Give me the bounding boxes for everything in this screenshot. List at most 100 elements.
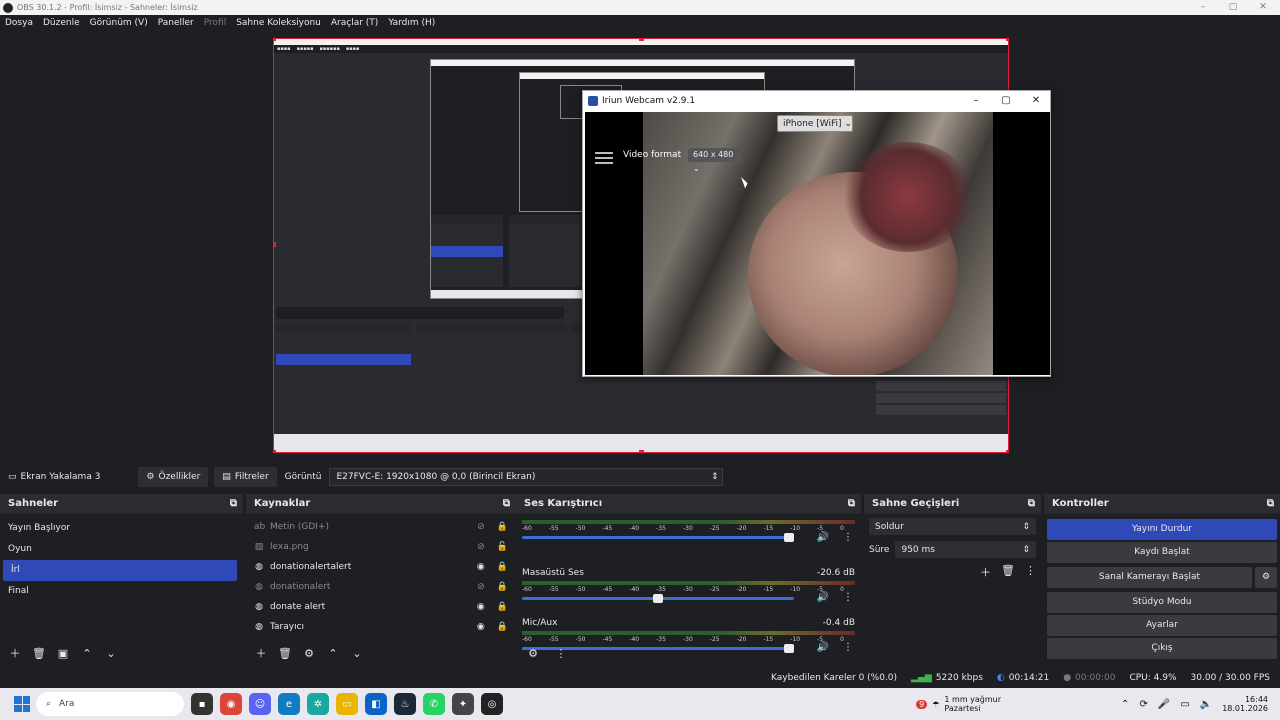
start-virtual-camera-button[interactable]: Sanal Kamerayı Başlat	[1047, 567, 1252, 588]
source-item[interactable]: ab Metin (GDI+) ⊘ 🔒	[246, 517, 516, 537]
maximize-icon[interactable]: ▢	[1218, 0, 1248, 15]
eye-hidden-icon[interactable]: ⊘	[477, 542, 485, 552]
eye-hidden-icon[interactable]: ⊘	[477, 522, 485, 532]
undock-icon[interactable]: ⧉	[230, 498, 237, 509]
eye-icon[interactable]: ◉	[477, 622, 485, 632]
start-recording-button[interactable]: Kaydı Başlat	[1047, 542, 1277, 563]
menu-docks[interactable]: Paneller	[153, 18, 199, 28]
more-icon[interactable]: ⋮	[552, 647, 570, 660]
menu-profile[interactable]: Profil	[199, 18, 231, 28]
windows-start-icon[interactable]	[14, 696, 30, 712]
close-icon[interactable]: ✕	[1248, 0, 1278, 15]
steam-icon[interactable]: ♨	[394, 693, 416, 715]
resize-handle[interactable]	[274, 450, 276, 452]
app-icon[interactable]: ✦	[452, 693, 474, 715]
settings-button[interactable]: Ayarlar	[1047, 615, 1277, 636]
settings-app-icon[interactable]: ✲	[307, 693, 329, 715]
hamburger-menu-icon[interactable]	[595, 152, 613, 164]
chrome-icon[interactable]: ◉	[220, 693, 242, 715]
obs-taskbar-icon[interactable]: ◎	[481, 693, 503, 715]
arrow-up-icon[interactable]: ⌃	[324, 647, 342, 660]
eye-icon[interactable]: ◉	[477, 602, 485, 612]
iriun-webcam-window[interactable]: Iriun Webcam v2.9.1 – ▢ ✕ Video format 6…	[582, 90, 1051, 377]
source-item[interactable]: ◍ donationalertalert ◉ 🔒	[246, 557, 516, 577]
webcam-maximize-icon[interactable]: ▢	[991, 91, 1021, 110]
trash-icon[interactable]: 🗑	[30, 647, 48, 660]
scene-item[interactable]: Oyun	[0, 539, 243, 560]
menu-edit[interactable]: Düzenle	[38, 18, 85, 28]
source-item[interactable]: ◍ donate alert ◉ 🔒	[246, 597, 516, 617]
gear-icon[interactable]: ⚙	[300, 647, 318, 660]
speaker-icon[interactable]: 🔊	[817, 532, 829, 543]
source-item[interactable]: ◍ donationalert ⊘ 🔒	[246, 577, 516, 597]
studio-mode-button[interactable]: Stüdyo Modu	[1047, 592, 1277, 613]
eye-hidden-icon[interactable]: ⊘	[477, 582, 485, 592]
volume-slider[interactable]	[522, 533, 794, 542]
resize-handle[interactable]	[274, 39, 276, 41]
taskbar-search[interactable]: ⌕ Ara	[36, 692, 184, 716]
weather-widget[interactable]: 9 ☂ 1 mm yağmur Pazartesi	[916, 695, 1001, 713]
menu-view[interactable]: Görünüm (V)	[85, 18, 153, 28]
edge-icon[interactable]: e	[278, 693, 300, 715]
add-icon[interactable]: ＋	[980, 564, 991, 580]
undock-icon[interactable]: ⧉	[503, 498, 510, 509]
mixer-settings-icon[interactable]: ⚙	[524, 647, 542, 660]
properties-button[interactable]: ⚙ Özellikler	[138, 467, 209, 487]
store-icon[interactable]: ◧	[365, 693, 387, 715]
arrow-up-icon[interactable]: ⌃	[78, 647, 96, 660]
duration-spinbox[interactable]: 950 ms ⇕	[895, 541, 1036, 558]
volume-icon[interactable]: 🔈	[1200, 699, 1212, 710]
menu-scene-collection[interactable]: Sahne Koleksiyonu	[231, 18, 326, 28]
chevron-up-icon[interactable]: ⌃	[1121, 699, 1129, 710]
lock-icon[interactable]: 🔒	[497, 582, 508, 592]
microphone-icon[interactable]: 🎤	[1158, 699, 1170, 710]
slider-knob[interactable]	[783, 533, 794, 542]
scene-item-selected[interactable]: İrl	[3, 560, 237, 581]
resize-handle[interactable]	[274, 242, 276, 247]
transition-select[interactable]: Soldur ⇕	[869, 518, 1036, 535]
file-explorer-icon[interactable]: ▭	[336, 693, 358, 715]
undock-icon[interactable]: ⧉	[848, 498, 855, 509]
arrow-down-icon[interactable]: ⌄	[348, 647, 366, 660]
display-select[interactable]: E27FVC-E: 1920x1080 @ 0,0 (Birincil Ekra…	[329, 468, 724, 486]
resize-handle[interactable]	[639, 39, 644, 41]
clock[interactable]: 16:44 18.01.2026	[1212, 695, 1280, 713]
video-format-select[interactable]: 640 x 480 ⌄	[688, 148, 742, 173]
eye-icon[interactable]: ◉	[477, 562, 485, 572]
unlock-icon[interactable]: 🔓	[497, 542, 508, 552]
minimize-icon[interactable]: –	[1188, 0, 1218, 15]
task-view-icon[interactable]: ▪	[191, 693, 213, 715]
undock-icon[interactable]: ⧉	[1267, 498, 1274, 509]
add-icon[interactable]: ＋	[252, 645, 270, 661]
lock-icon[interactable]: 🔒	[497, 562, 508, 572]
gear-icon[interactable]: ⚙	[1255, 567, 1277, 588]
scene-filter-icon[interactable]: ▣	[54, 647, 72, 660]
menu-tools[interactable]: Araçlar (T)	[326, 18, 383, 28]
source-item[interactable]: ▨ lexa.png ⊘ 🔓	[246, 537, 516, 557]
resize-handle[interactable]	[639, 450, 644, 452]
network-icon[interactable]: ▭	[1180, 699, 1189, 710]
menu-help[interactable]: Yardım (H)	[383, 18, 440, 28]
webcam-close-icon[interactable]: ✕	[1021, 91, 1051, 110]
more-icon[interactable]: ⋮	[1025, 564, 1036, 580]
trash-icon[interactable]: 🗑	[276, 647, 294, 660]
add-icon[interactable]: ＋	[6, 645, 24, 661]
scene-item[interactable]: Yayın Başlıyor	[0, 518, 243, 539]
exit-button[interactable]: Çıkış	[1047, 638, 1277, 659]
discord-icon[interactable]: ☺	[249, 693, 271, 715]
lock-icon[interactable]: 🔒	[497, 522, 508, 532]
device-select[interactable]: iPhone [WiFi] ⌄	[777, 115, 853, 132]
more-icon[interactable]: ⋮	[843, 592, 853, 603]
scene-item[interactable]: Final	[0, 581, 243, 602]
whatsapp-icon[interactable]: ✆	[423, 693, 445, 715]
undock-icon[interactable]: ⧉	[1028, 498, 1035, 509]
webcam-minimize-icon[interactable]: –	[961, 91, 991, 110]
trash-icon[interactable]: 🗑	[1001, 564, 1015, 580]
arrow-down-icon[interactable]: ⌄	[102, 647, 120, 660]
filters-button[interactable]: ▤ Filtreler	[214, 467, 277, 487]
volume-slider[interactable]	[522, 594, 794, 603]
stop-streaming-button[interactable]: Yayını Durdur	[1047, 519, 1277, 540]
source-item[interactable]: ◍ Tarayıcı ◉ 🔒	[246, 617, 516, 637]
speaker-icon[interactable]: 🔊	[817, 592, 829, 603]
resize-handle[interactable]	[1006, 39, 1008, 41]
